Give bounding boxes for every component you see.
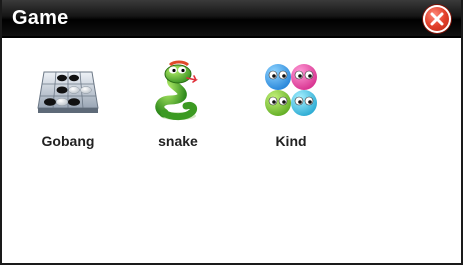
app-label: snake bbox=[158, 133, 198, 149]
title-bar: Game bbox=[2, 0, 461, 38]
snake-icon bbox=[155, 60, 199, 121]
window-title: Game bbox=[12, 7, 69, 29]
app-snake[interactable]: snake bbox=[133, 55, 223, 165]
app-label: Kind bbox=[275, 133, 307, 149]
app-label: Gobang bbox=[41, 133, 95, 149]
close-icon bbox=[430, 12, 444, 26]
four-faces-icon bbox=[265, 64, 317, 116]
gobang-board-icon bbox=[37, 71, 99, 113]
close-button[interactable] bbox=[423, 5, 451, 33]
app-gobang[interactable]: Gobang bbox=[23, 55, 113, 165]
game-window: Game Gobang snake Kind bbox=[0, 0, 463, 265]
app-kind[interactable]: Kind bbox=[246, 55, 336, 165]
app-grid: Gobang snake Kind bbox=[2, 55, 461, 175]
